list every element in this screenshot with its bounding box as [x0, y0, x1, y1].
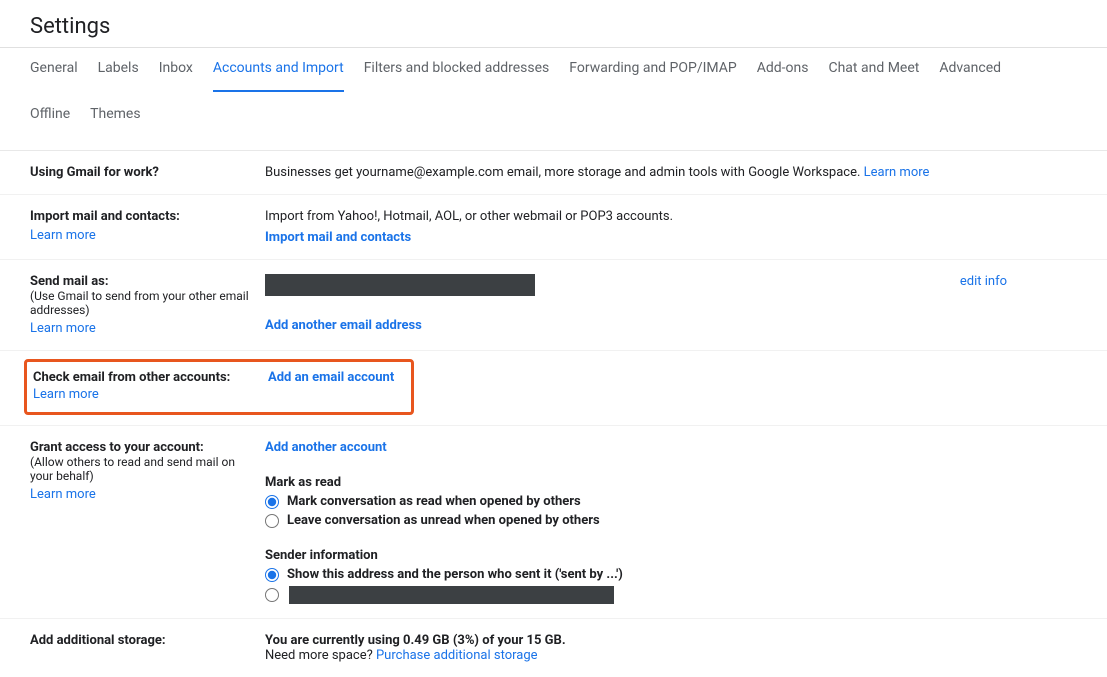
section-import-mail: Import mail and contacts: Learn more Imp…: [0, 195, 1107, 260]
workspace-learn-more-link[interactable]: Learn more: [864, 165, 930, 180]
import-mail-contacts-link[interactable]: Import mail and contacts: [265, 230, 1077, 245]
check-email-learn-more-link[interactable]: Learn more: [33, 387, 99, 402]
tab-filters-and-blocked-addresses[interactable]: Filters and blocked addresses: [364, 60, 550, 92]
radio-leave-unread-label: Leave conversation as unread when opened…: [287, 513, 600, 528]
page-title: Settings: [30, 14, 1107, 39]
grant-access-learn-more-link[interactable]: Learn more: [30, 487, 96, 502]
section-additional-storage: Add additional storage: You are currentl…: [0, 619, 1107, 677]
redacted-email-address: [265, 274, 535, 296]
sendas-learn-more-link[interactable]: Learn more: [30, 321, 96, 336]
label-check-email: Check email from other accounts:: [33, 370, 268, 385]
tab-chat-and-meet[interactable]: Chat and Meet: [828, 60, 919, 92]
tab-labels[interactable]: Labels: [98, 60, 139, 92]
label-using-gmail-work: Using Gmail for work?: [30, 165, 159, 180]
radio-mark-read-label: Mark conversation as read when opened by…: [287, 494, 581, 509]
workspace-desc: Businesses get yourname@example.com emai…: [265, 165, 864, 180]
import-learn-more-link[interactable]: Learn more: [30, 228, 96, 243]
settings-tabs: General Labels Inbox Accounts and Import Fil…: [0, 48, 1107, 151]
tab-general[interactable]: General: [30, 60, 78, 92]
edit-info-link[interactable]: edit info: [960, 274, 1007, 289]
import-desc: Import from Yahoo!, Hotmail, AOL, or oth…: [265, 209, 1077, 224]
section-using-gmail-work: Using Gmail for work? Businesses get you…: [0, 151, 1107, 195]
section-send-mail-as: Send mail as: (Use Gmail to send from yo…: [0, 260, 1107, 351]
section-grant-access: Grant access to your account: (Allow oth…: [0, 426, 1107, 619]
tab-inbox[interactable]: Inbox: [159, 60, 193, 92]
add-email-account-link[interactable]: Add an email account: [268, 370, 394, 385]
radio-mark-read[interactable]: [265, 495, 279, 509]
radio-sender-option2[interactable]: [265, 588, 279, 602]
sender-info-title: Sender information: [265, 548, 1077, 563]
purchase-storage-link[interactable]: Purchase additional storage: [376, 648, 538, 663]
redacted-sender-option: [289, 586, 614, 604]
tab-accounts-and-import[interactable]: Accounts and Import: [213, 60, 344, 92]
label-grant-access-sub: (Allow others to read and send mail on y…: [30, 455, 255, 483]
radio-leave-unread[interactable]: [265, 514, 279, 528]
highlighted-check-email-section: Check email from other accounts: Add an …: [24, 359, 414, 415]
label-grant-access: Grant access to your account:: [30, 440, 255, 455]
tab-offline[interactable]: Offline: [30, 106, 70, 136]
tab-advanced[interactable]: Advanced: [939, 60, 1001, 92]
settings-header: Settings: [0, 0, 1107, 48]
label-additional-storage: Add additional storage:: [30, 633, 255, 648]
label-send-mail-as: Send mail as:: [30, 274, 255, 289]
add-another-account-link[interactable]: Add another account: [265, 440, 1077, 455]
mark-as-read-title: Mark as read: [265, 475, 1077, 490]
storage-usage: You are currently using 0.49 GB (3%) of …: [265, 633, 1077, 648]
tab-forwarding-and-pop-imap[interactable]: Forwarding and POP/IMAP: [569, 60, 736, 92]
storage-need-more: Need more space?: [265, 648, 376, 663]
add-another-email-link[interactable]: Add another email address: [265, 318, 1077, 333]
tab-add-ons[interactable]: Add-ons: [757, 60, 809, 92]
tab-themes[interactable]: Themes: [90, 106, 140, 136]
radio-show-address[interactable]: [265, 568, 279, 582]
label-import-mail: Import mail and contacts:: [30, 209, 255, 224]
label-send-mail-sub: (Use Gmail to send from your other email…: [30, 289, 255, 317]
radio-show-address-label: Show this address and the person who sen…: [287, 567, 623, 582]
